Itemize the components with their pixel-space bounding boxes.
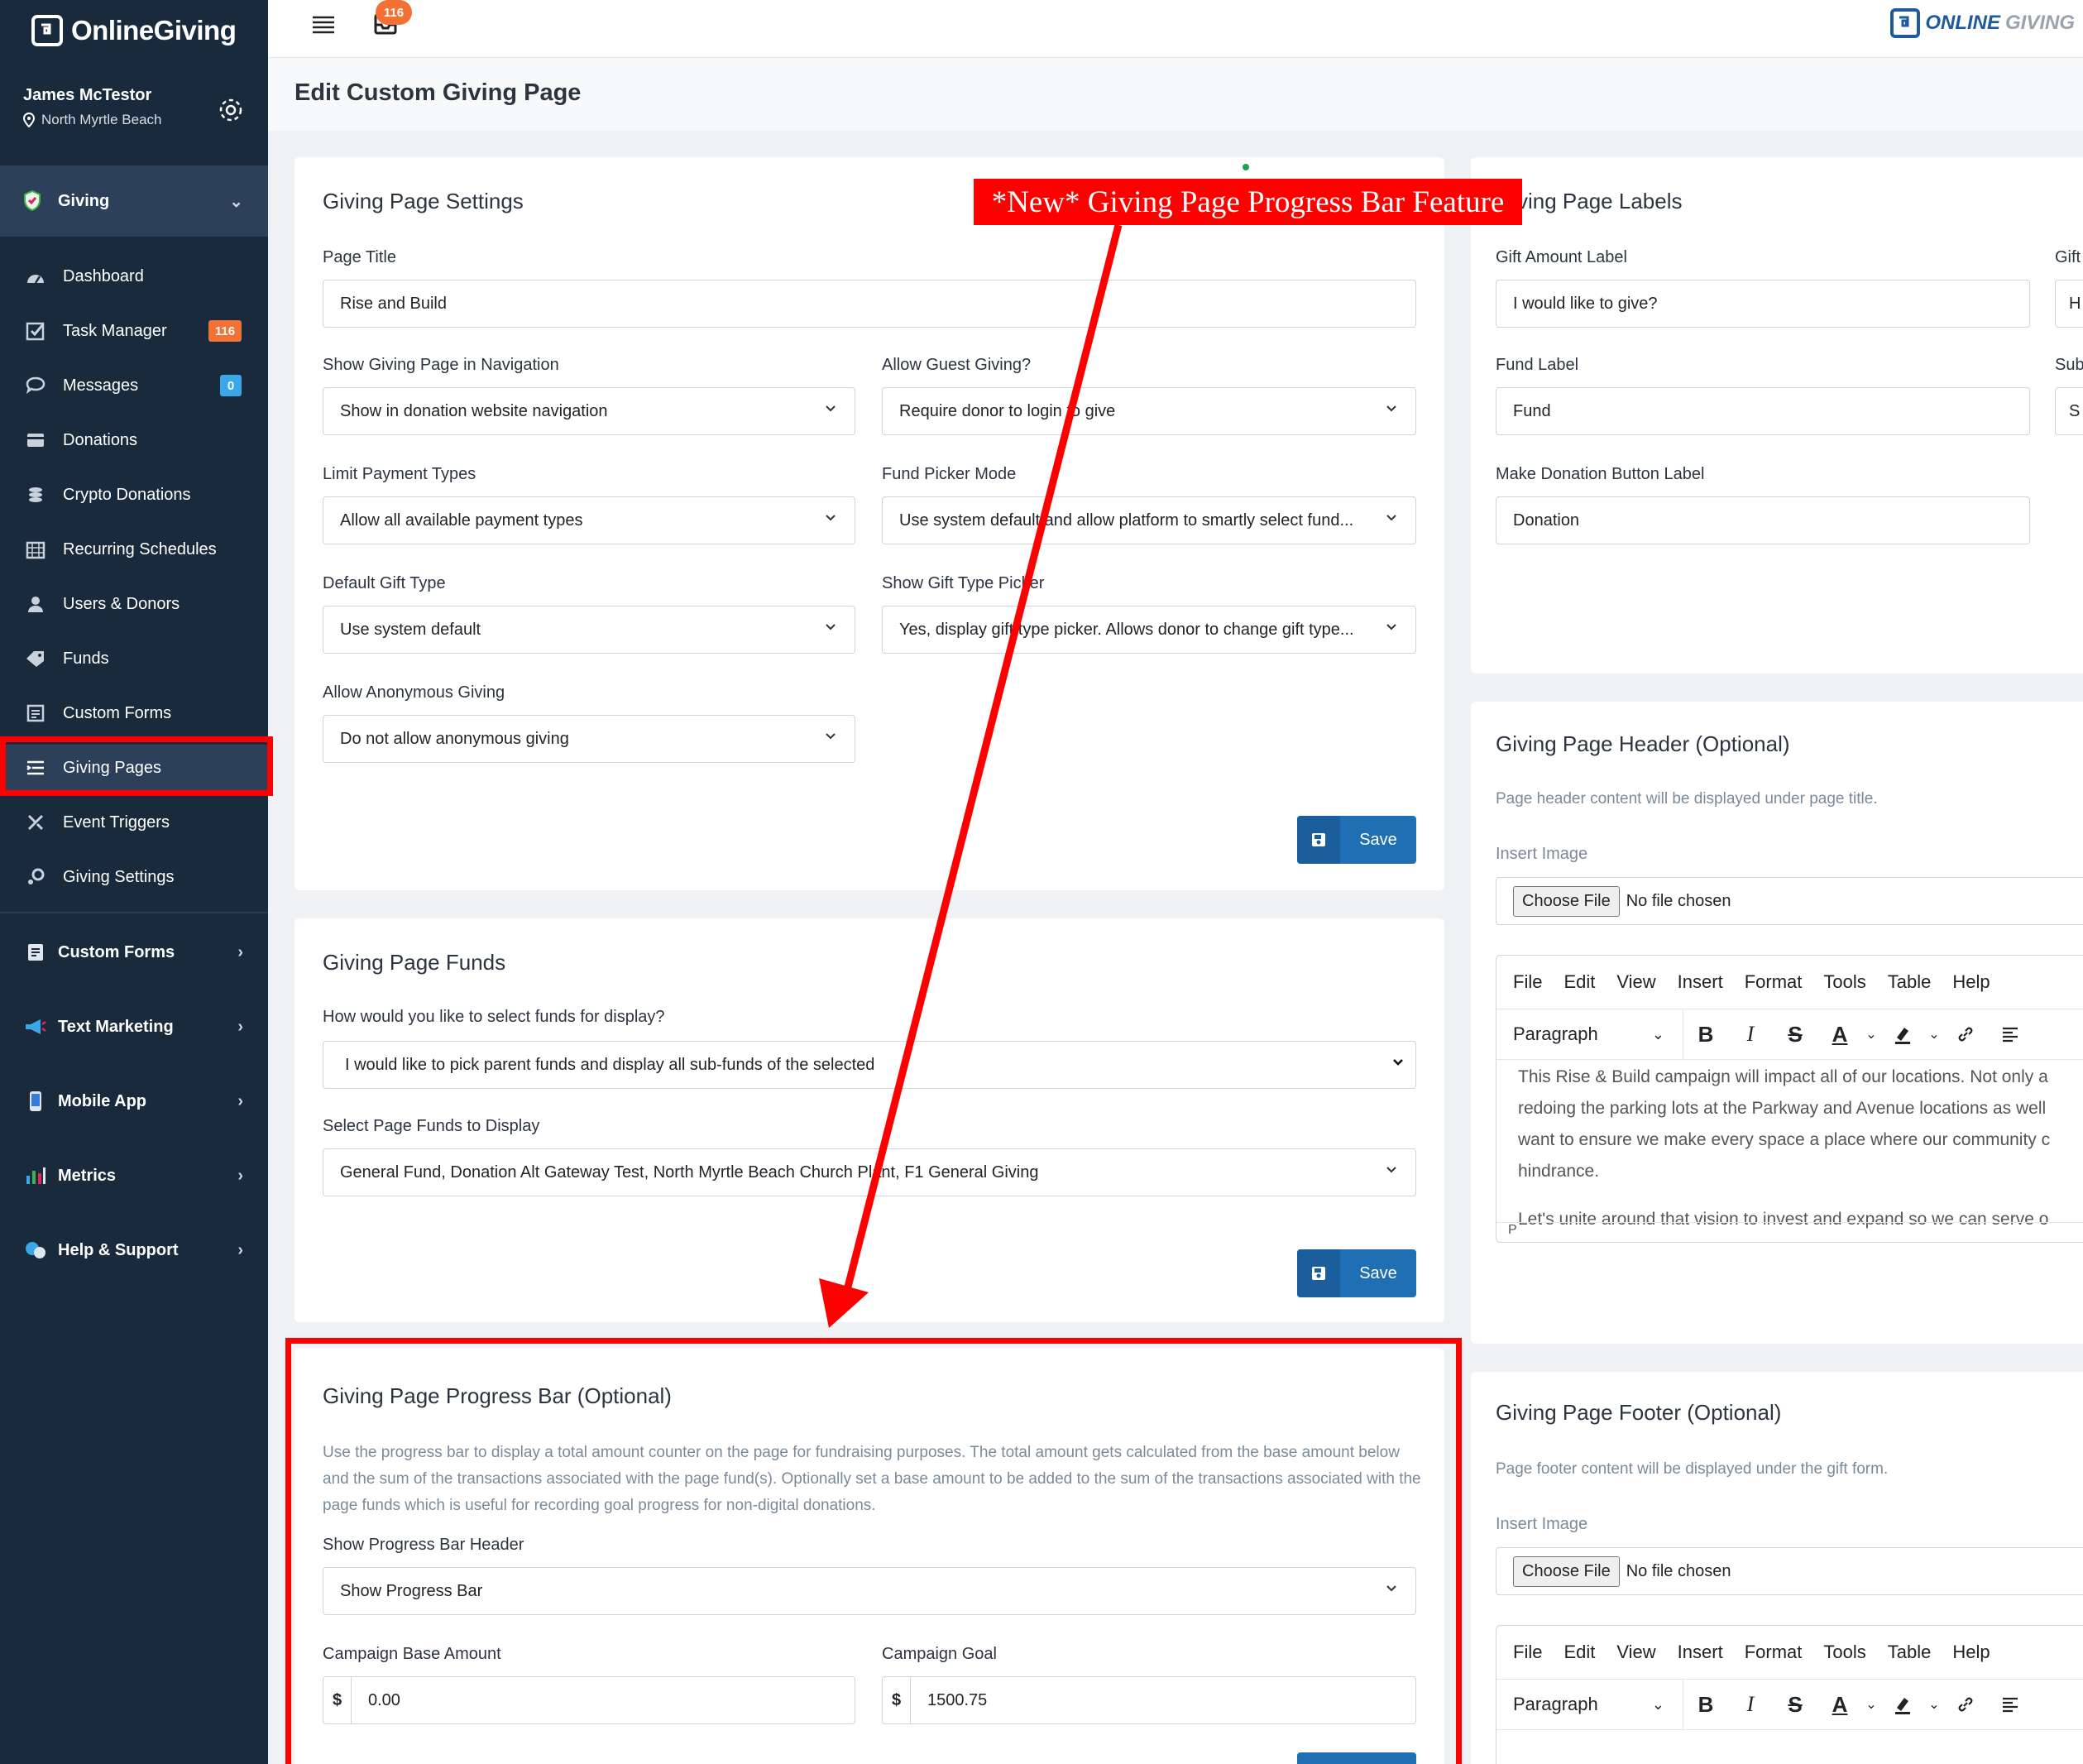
annotation-arrow bbox=[819, 164, 1249, 1328]
new-feature-callout: *New* Giving Page Progress Bar Feature bbox=[974, 179, 1522, 225]
